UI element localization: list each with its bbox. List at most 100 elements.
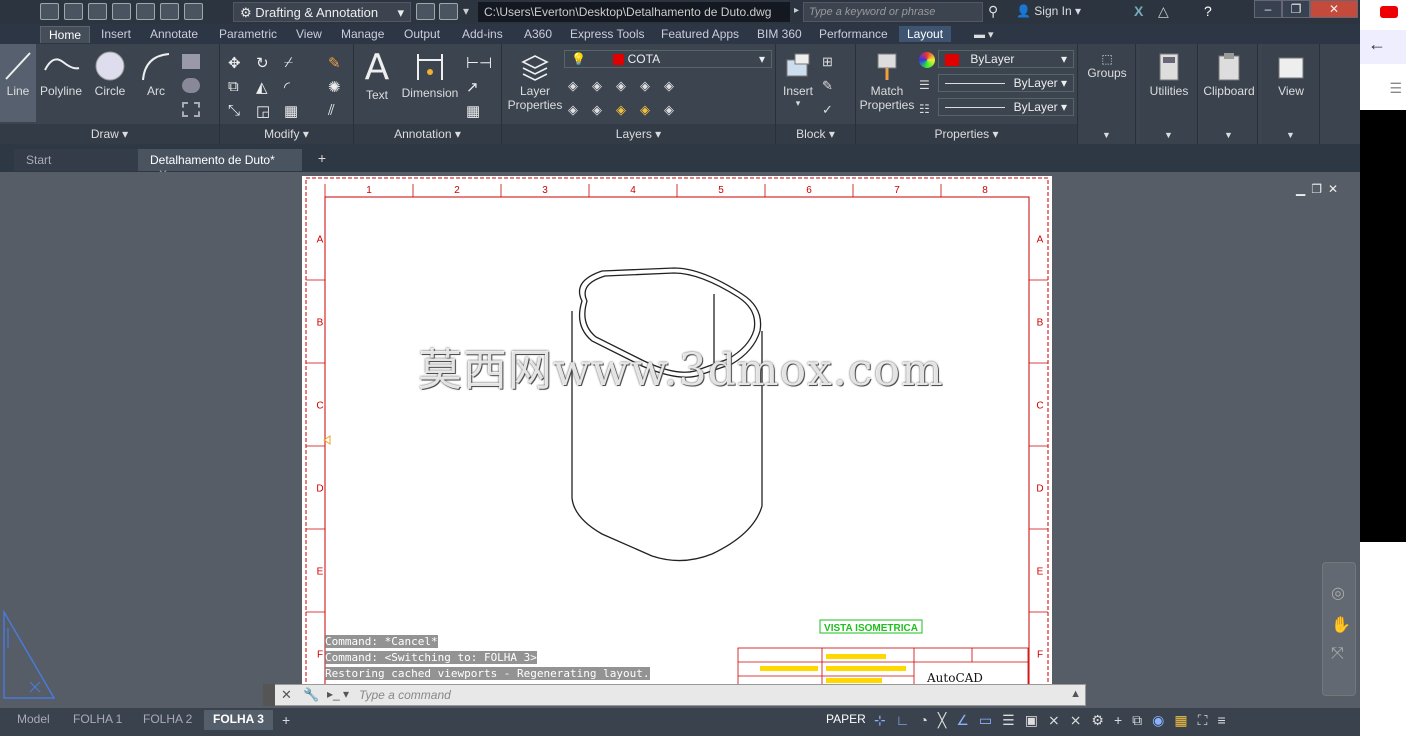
search-input[interactable]: Type a keyword or phrase <box>803 2 983 22</box>
plot-icon[interactable] <box>439 3 458 20</box>
color-dropdown[interactable]: ByLayer ▾ <box>938 50 1074 68</box>
stretch-icon[interactable]: ⤡ <box>228 102 246 119</box>
a360-icon[interactable]: △ <box>1158 3 1169 20</box>
layer-properties-tool[interactable]: Layer Properties <box>504 50 566 112</box>
minimize-button[interactable]: – <box>1254 0 1282 18</box>
layer-freeze-icon[interactable]: ◈ <box>616 78 634 93</box>
layout-tab-folha-1[interactable]: FOLHA 1 <box>64 710 131 730</box>
layout-tab-folha-2[interactable]: FOLHA 2 <box>134 710 201 730</box>
groups-panel[interactable]: ⬚ Groups ▼ <box>1078 44 1136 144</box>
exchange-icon[interactable]: X <box>1134 3 1143 19</box>
layers-panel-title[interactable]: Layers ▾ <box>502 124 775 144</box>
save-icon[interactable] <box>88 3 107 20</box>
tab-view[interactable]: View <box>288 26 330 42</box>
layer-previous-icon[interactable]: ◈ <box>568 102 586 117</box>
layer-unisolate-icon[interactable]: ◈ <box>592 102 610 117</box>
tab-layout[interactable]: Layout <box>899 26 952 42</box>
isolate-objects-icon[interactable]: ◉ <box>1152 712 1164 729</box>
tab-manage[interactable]: Manage <box>333 26 392 42</box>
tab-bim-360[interactable]: BIM 360 <box>749 26 810 42</box>
tab-add-ins[interactable]: Add-ins <box>454 26 511 42</box>
layer-dropdown[interactable]: 💡 COTA ▾ <box>564 50 772 68</box>
draw-panel-title[interactable]: Draw ▾ <box>0 124 219 144</box>
chevron-up-icon[interactable]: ▲ <box>1070 688 1081 700</box>
line-tool[interactable]: Line <box>0 44 36 122</box>
maximize-button[interactable]: ❐ <box>1282 0 1310 18</box>
back-arrow-icon[interactable]: ← <box>1360 30 1406 64</box>
annotation-scale-icon[interactable]: ⨯ <box>1048 712 1060 729</box>
trim-icon[interactable]: ⌿ <box>284 54 302 71</box>
tab-parametric[interactable]: Parametric <box>211 26 285 42</box>
edit-block-icon[interactable]: ✎ <box>822 78 840 93</box>
layer-isolate-icon[interactable]: ◈ <box>592 78 610 93</box>
pan-icon[interactable]: ✋ <box>1331 615 1351 635</box>
annotation-visibility-icon[interactable]: ⨯ <box>1070 712 1082 729</box>
new-file-icon[interactable] <box>40 3 59 20</box>
tab-annotate[interactable]: Annotate <box>142 26 206 42</box>
tab-express-tools[interactable]: Express Tools <box>562 26 652 42</box>
rectangle-icon[interactable] <box>182 54 200 69</box>
save-as-icon[interactable] <box>112 3 131 20</box>
annotation-monitor-icon[interactable]: + <box>1114 712 1122 729</box>
help-icon[interactable]: ? <box>1204 3 1212 19</box>
close-button[interactable]: ✕ <box>1310 0 1358 18</box>
rotate-icon[interactable]: ↻ <box>256 54 274 72</box>
print-icon[interactable] <box>136 3 155 20</box>
ortho-icon[interactable]: ∟ <box>896 712 910 729</box>
edit-attributes-icon[interactable]: ✓ <box>822 102 840 117</box>
tab-performance[interactable]: Performance <box>811 26 896 42</box>
menu-icon[interactable]: ☰ <box>1360 64 1406 110</box>
lineweight-dropdown[interactable]: ByLayer ▾ <box>938 74 1074 92</box>
layout-tab-model[interactable]: Model <box>8 710 59 730</box>
layer-walk-icon[interactable]: ◈ <box>664 102 682 117</box>
dimension-tool[interactable]: Dimension <box>400 50 460 100</box>
insert-tool[interactable]: Insert ▾ <box>778 50 818 109</box>
block-panel-title[interactable]: Block ▾ <box>776 124 855 144</box>
steering-wheel-icon[interactable]: ◎ <box>1331 583 1345 603</box>
tab-home[interactable]: Home <box>40 26 91 43</box>
layer-unlock-icon[interactable]: ◈ <box>640 102 658 117</box>
tab-a360[interactable]: A360 <box>516 26 560 42</box>
customize-qat-icon[interactable]: ▾ <box>463 4 469 18</box>
layout-tab-folha-3[interactable]: FOLHA 3 <box>204 710 273 730</box>
polar-icon[interactable]: ◔ <box>919 712 927 729</box>
boundary-icon[interactable] <box>182 102 200 117</box>
tab-output[interactable]: Output <box>396 26 448 42</box>
open-file-icon[interactable] <box>64 3 83 20</box>
erase-icon[interactable]: ✎ <box>328 54 346 72</box>
polyline-tool[interactable]: Polyline <box>38 50 84 98</box>
clipboard-tool[interactable]: Clipboard <box>1200 52 1258 98</box>
close-command-icon[interactable]: ✕ <box>281 687 292 703</box>
viewport-icon[interactable]: ▣ <box>1025 712 1038 729</box>
annotation-panel-title[interactable]: Annotation ▾ <box>354 124 501 144</box>
linear-dim-icon[interactable]: ⊢⊣ <box>466 54 492 72</box>
text-tool[interactable]: A Text <box>360 48 394 103</box>
ribbon-minimize-icon[interactable]: ▬ ▾ <box>974 28 994 41</box>
layer-off-icon[interactable]: ◈ <box>568 78 586 93</box>
sign-in-button[interactable]: 👤 Sign In ▾ <box>1016 4 1081 18</box>
modify-panel-title[interactable]: Modify ▾ <box>220 124 353 144</box>
tab-insert[interactable]: Insert <box>93 26 139 42</box>
linetype-dropdown[interactable]: ByLayer ▾ <box>938 98 1074 116</box>
layer-thaw-icon[interactable]: ◈ <box>616 102 634 117</box>
tab-document[interactable]: Detalhamento de Duto* ✕ <box>138 149 302 181</box>
fillet-icon[interactable]: ◜ <box>284 78 302 96</box>
binoculars-icon[interactable]: ⚲ <box>988 3 998 20</box>
grid-snap-icon[interactable]: ⊹ <box>874 712 886 729</box>
explode-icon[interactable]: ✺ <box>328 78 346 96</box>
undo-icon[interactable] <box>160 3 179 20</box>
share-icon[interactable] <box>416 3 435 20</box>
copy-icon[interactable]: ⧉ <box>228 78 246 95</box>
clean-screen-icon[interactable]: ⛶ <box>1198 712 1208 729</box>
properties-panel-title[interactable]: Properties ▾ <box>856 124 1077 144</box>
utilities-tool[interactable]: Utilities <box>1140 52 1198 98</box>
new-tab-button[interactable]: + <box>312 150 332 168</box>
array-icon[interactable]: ▦ <box>284 102 302 120</box>
move-icon[interactable]: ✥ <box>228 54 246 72</box>
lineweight-display-icon[interactable]: ☰ <box>1002 712 1015 729</box>
customization-icon[interactable]: ≡ <box>1217 712 1225 729</box>
circle-tool[interactable]: Circle <box>90 50 130 98</box>
clipboard-panel[interactable]: Clipboard ▼ <box>1200 44 1258 144</box>
mirror-icon[interactable]: ◭ <box>256 78 274 96</box>
table-icon[interactable]: ▦ <box>466 102 484 120</box>
